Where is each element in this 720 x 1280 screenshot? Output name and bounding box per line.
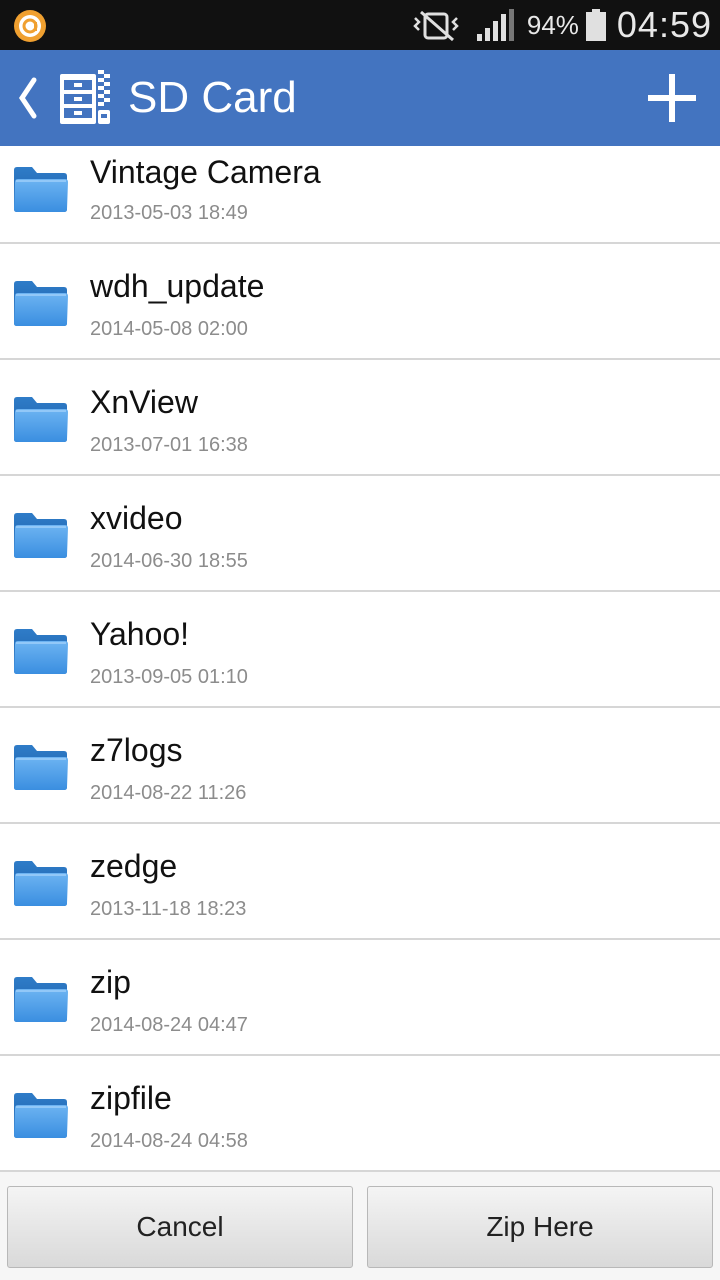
file-list[interactable]: Vintage Camera 2013-05-03 18:49 wdh_upda… xyxy=(0,146,720,1172)
back-chevron-icon[interactable] xyxy=(14,74,40,122)
action-bar: SD Card xyxy=(0,50,720,146)
file-name: zip xyxy=(90,964,131,1000)
list-item[interactable]: xvideo 2014-06-30 18:55 xyxy=(0,476,720,592)
zip-here-button[interactable]: Zip Here xyxy=(367,1186,713,1268)
folder-icon xyxy=(14,629,68,674)
folder-icon xyxy=(14,977,68,1022)
folder-icon xyxy=(14,281,68,326)
file-date: 2014-08-24 04:47 xyxy=(90,1014,248,1036)
folder-icon xyxy=(14,745,68,790)
file-name: z7logs xyxy=(90,732,183,768)
file-date: 2014-05-08 02:00 xyxy=(90,318,248,340)
file-date: 2013-07-01 16:38 xyxy=(90,434,248,456)
zip-archive-logo-icon[interactable] xyxy=(54,68,116,130)
list-item[interactable]: z7logs 2014-08-22 11:26 xyxy=(0,708,720,824)
clock: 04:59 xyxy=(616,4,712,45)
list-item[interactable]: Yahoo! 2013-09-05 01:10 xyxy=(0,592,720,708)
folder-icon xyxy=(14,861,68,906)
list-item[interactable]: zip 2014-08-24 04:47 xyxy=(0,940,720,1056)
file-name: XnView xyxy=(90,384,198,420)
folder-icon xyxy=(14,397,68,442)
battery-percent: 94% xyxy=(526,9,579,40)
bottom-button-bar: Cancel Zip Here xyxy=(0,1172,720,1280)
list-item[interactable]: zipfile 2014-08-24 04:58 xyxy=(0,1056,720,1172)
file-name: zedge xyxy=(90,848,178,884)
file-date: 2013-05-03 18:49 xyxy=(90,202,248,224)
folder-icon xyxy=(14,513,68,558)
list-item[interactable]: Vintage Camera 2013-05-03 18:49 xyxy=(0,146,720,244)
folder-icon xyxy=(14,1093,68,1138)
list-item[interactable]: XnView 2013-07-01 16:38 xyxy=(0,360,720,476)
page-title: SD Card xyxy=(128,73,297,122)
cancel-button[interactable]: Cancel xyxy=(7,1186,353,1268)
file-name: zipfile xyxy=(90,1080,172,1116)
add-plus-icon[interactable] xyxy=(644,70,700,126)
list-item[interactable]: zedge 2013-11-18 18:23 xyxy=(0,824,720,940)
file-date: 2014-08-24 04:58 xyxy=(90,1130,248,1152)
file-name: xvideo xyxy=(90,500,183,536)
battery-icon xyxy=(585,9,606,41)
file-name: Yahoo! xyxy=(90,616,190,652)
file-date: 2013-11-18 18:23 xyxy=(90,898,247,920)
file-date: 2013-09-05 01:10 xyxy=(90,666,248,688)
folder-icon xyxy=(14,167,68,212)
file-date: 2014-08-22 11:26 xyxy=(90,782,247,804)
app-notification-icon xyxy=(14,10,46,42)
list-item[interactable]: wdh_update 2014-05-08 02:00 xyxy=(0,244,720,360)
status-icons: 94% 04:59 xyxy=(411,0,712,50)
signal-icon xyxy=(476,9,514,41)
file-name: wdh_update xyxy=(90,268,265,304)
mute-vibrate-icon xyxy=(413,10,459,42)
file-name: Vintage Camera xyxy=(90,154,321,190)
status-bar: 94% 04:59 xyxy=(0,0,720,50)
file-date: 2014-06-30 18:55 xyxy=(90,550,248,572)
